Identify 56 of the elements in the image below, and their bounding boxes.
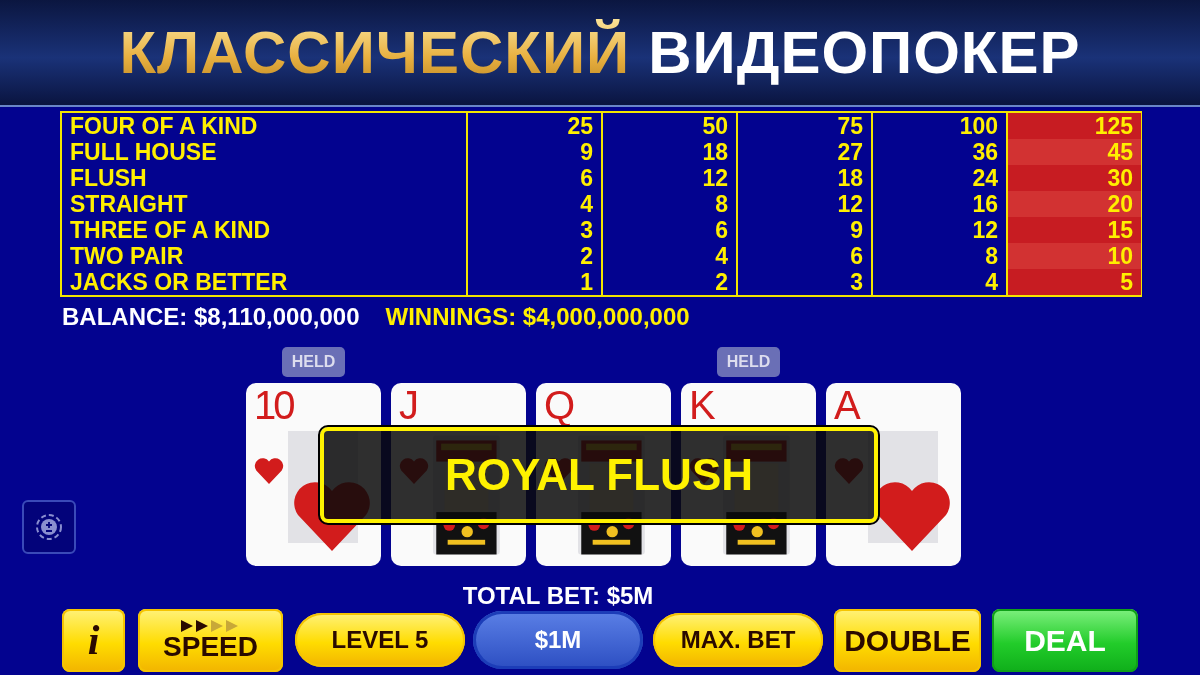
payout-value: 18 bbox=[736, 165, 871, 191]
payout-value: 3 bbox=[736, 269, 871, 295]
payout-value: 6 bbox=[466, 165, 601, 191]
total-bet-text: TOTAL BET: $5M bbox=[461, 581, 655, 606]
payout-value: 6 bbox=[601, 217, 736, 243]
hand-name: FOUR OF A KIND bbox=[69, 113, 259, 139]
winnings-text: WINNINGS: $4,000,000,000 bbox=[385, 302, 690, 332]
bet-amount-button[interactable]: $1M bbox=[473, 611, 643, 669]
hand-name: STRAIGHT bbox=[69, 191, 189, 217]
payout-value: 6 bbox=[736, 243, 871, 269]
payout-value: 20 bbox=[1006, 191, 1141, 217]
card-rank: A bbox=[834, 385, 858, 425]
double-button[interactable]: DOUBLE bbox=[834, 608, 981, 672]
held-badge: HELD bbox=[281, 347, 346, 377]
heart-icon bbox=[254, 457, 284, 484]
hand-name: FLUSH bbox=[69, 165, 148, 191]
title-text: ВИДЕОПОКЕР bbox=[648, 17, 1081, 88]
payout-value: 50 bbox=[601, 113, 736, 139]
result-banner: ROYAL FLUSH bbox=[320, 427, 878, 523]
payout-value: 27 bbox=[736, 139, 871, 165]
payout-value: 2 bbox=[601, 269, 736, 295]
payout-value: 5 bbox=[1006, 269, 1141, 295]
card-rank: K bbox=[689, 385, 713, 425]
payout-value: 12 bbox=[601, 165, 736, 191]
hand-name: TWO PAIR bbox=[69, 243, 185, 269]
payout-value: 25 bbox=[466, 113, 601, 139]
info-button[interactable]: i bbox=[62, 608, 125, 672]
hand-name: JACKS OR BETTER bbox=[69, 269, 289, 295]
payout-value: 15 bbox=[1006, 217, 1141, 243]
payout-value: 2 bbox=[466, 243, 601, 269]
bet-button[interactable]: LEVEL 5 bbox=[295, 613, 465, 667]
payout-value: 12 bbox=[736, 191, 871, 217]
payout-value: 1 bbox=[466, 269, 601, 295]
payout-value: 45 bbox=[1006, 139, 1141, 165]
hand-name: FULL HOUSE bbox=[69, 139, 218, 165]
card-rank: J bbox=[399, 385, 416, 425]
speed-button[interactable]: SPEED bbox=[138, 608, 283, 672]
payout-value: 10 bbox=[1006, 243, 1141, 269]
plus-minus-icon bbox=[36, 514, 62, 540]
payout-value: 9 bbox=[736, 217, 871, 243]
payout-value: 4 bbox=[601, 243, 736, 269]
held-badge: HELD bbox=[716, 347, 781, 377]
payout-value: 3 bbox=[466, 217, 601, 243]
payout-value: 4 bbox=[466, 191, 601, 217]
hand-name: THREE OF A KIND bbox=[69, 217, 272, 243]
zoom-button[interactable] bbox=[22, 500, 76, 554]
card-rank: Q bbox=[544, 385, 573, 425]
payout-value: 75 bbox=[736, 113, 871, 139]
payout-value: 9 bbox=[466, 139, 601, 165]
bet-button[interactable]: MAX. BET bbox=[653, 613, 823, 667]
payout-value: 8 bbox=[601, 191, 736, 217]
payout-value: 30 bbox=[1006, 165, 1141, 191]
card-rank: 10 bbox=[254, 385, 293, 425]
payout-value: 125 bbox=[1006, 113, 1141, 139]
balance-text: BALANCE: $8,110,000,000 bbox=[62, 302, 360, 332]
payout-value: 18 bbox=[601, 139, 736, 165]
